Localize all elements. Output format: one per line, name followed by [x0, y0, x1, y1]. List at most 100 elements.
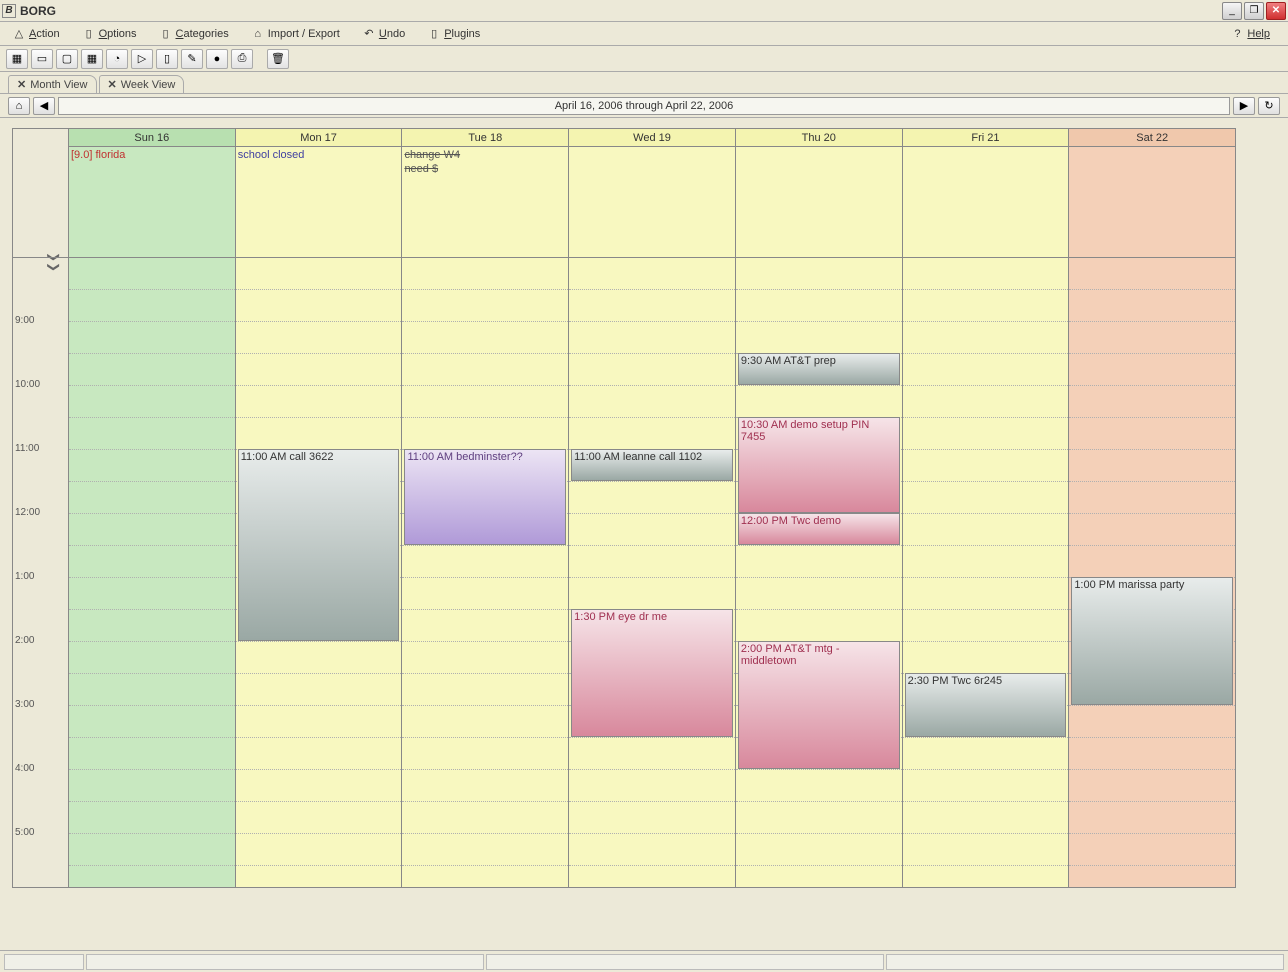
close-button[interactable]: ✕ — [1266, 2, 1286, 20]
grid-line — [236, 769, 402, 770]
day-column[interactable]: 11:00 AM leanne call 1102 1:30 PM eye dr … — [568, 257, 735, 887]
appointment[interactable]: 1:30 PM eye dr me — [571, 609, 733, 737]
day-header[interactable]: Mon 17 — [235, 129, 402, 147]
grid-line — [236, 673, 402, 674]
tab-month-view[interactable]: ✕Month View — [8, 75, 97, 93]
time-column: ❯❯9:0010:0011:0012:001:002:003:004:005:0… — [13, 129, 69, 887]
app-icon: B — [2, 4, 16, 18]
day-header[interactable]: Wed 19 — [568, 129, 735, 147]
menu-label: Undo — [379, 28, 405, 40]
grid-line — [903, 737, 1069, 738]
appointment[interactable]: 12:00 PM Twc demo — [738, 513, 900, 545]
day-column[interactable]: 11:00 AM call 3622 — [235, 257, 402, 887]
nav-next-button[interactable]: ▶ — [1233, 97, 1255, 115]
toolbar-button-9[interactable]: ⎙ — [231, 49, 253, 69]
toolbar-button-10[interactable]: 🗑 — [267, 49, 289, 69]
allday-event[interactable]: need $ — [404, 163, 438, 175]
grid-line — [569, 481, 735, 482]
day-column[interactable]: 2:30 PM Twc 6r245 — [902, 257, 1069, 887]
grid-line — [236, 353, 402, 354]
grid-line — [1069, 801, 1235, 802]
grid-line — [69, 673, 235, 674]
grid-line — [736, 289, 902, 290]
allday-event[interactable]: school closed — [238, 149, 305, 161]
toolbar-button-3[interactable]: ▦ — [81, 49, 103, 69]
toolbar-button-2[interactable]: ▢ — [56, 49, 78, 69]
day-column[interactable]: 9:30 AM AT&T prep 10:30 AM demo setup PIN… — [735, 257, 902, 887]
maximize-button[interactable]: ❐ — [1244, 2, 1264, 20]
grid-line — [69, 321, 235, 322]
day-column[interactable]: 1:00 PM marissa party — [1068, 257, 1235, 887]
allday-cell[interactable] — [1068, 147, 1235, 257]
menu-label: Import / Export — [268, 28, 340, 40]
day-header[interactable]: Tue 18 — [401, 129, 568, 147]
grid-line — [1069, 513, 1235, 514]
grid-line — [1069, 769, 1235, 770]
allday-cell[interactable] — [735, 147, 902, 257]
toolbar-button-8[interactable]: ● — [206, 49, 228, 69]
nav-home-button[interactable]: ⌂ — [8, 97, 30, 115]
appointment[interactable]: 11:00 AM leanne call 1102 — [571, 449, 733, 481]
hour-label: 12:00 — [15, 507, 40, 518]
appointment[interactable]: 11:00 AM bedminster?? — [404, 449, 566, 545]
menu-import-export[interactable]: ⌂Import / Export — [243, 25, 348, 43]
appointment[interactable]: 10:30 AM demo setup PIN 7455 — [738, 417, 900, 513]
allday-cell[interactable]: change W4 need $ — [401, 147, 568, 257]
allday-cell[interactable]: [9.0] florida — [69, 147, 235, 257]
grid-line — [569, 289, 735, 290]
toolbar-button-5[interactable]: ▷ — [131, 49, 153, 69]
grid-line — [236, 801, 402, 802]
allday-event[interactable]: change W4 — [404, 149, 460, 161]
tab-week-view[interactable]: ✕Week View — [99, 75, 185, 93]
toolbar-button-4[interactable]: ◔ — [106, 49, 128, 69]
appointment[interactable]: 2:30 PM Twc 6r245 — [905, 673, 1067, 737]
menu-help[interactable]: ? Help — [1222, 25, 1278, 43]
grid-line — [1069, 289, 1235, 290]
allday-cell[interactable] — [902, 147, 1069, 257]
appointment[interactable]: 9:30 AM AT&T prep — [738, 353, 900, 385]
toolbar-button-6[interactable]: ▯ — [156, 49, 178, 69]
toolbar-button-7[interactable]: ✎ — [181, 49, 203, 69]
allday-cell[interactable]: school closed — [235, 147, 402, 257]
menu-undo[interactable]: ↶Undo — [354, 25, 413, 43]
day-header[interactable]: Thu 20 — [735, 129, 902, 147]
menu-categories[interactable]: ▯Categories — [151, 25, 237, 43]
day-header[interactable]: Sat 22 — [1068, 129, 1235, 147]
grid-line — [69, 705, 235, 706]
menu-plugins[interactable]: ▯Plugins — [419, 25, 488, 43]
nav-prev-button[interactable]: ◀ — [33, 97, 55, 115]
grid-line — [69, 577, 235, 578]
appointment[interactable]: 2:00 PM AT&T mtg - middletown — [738, 641, 900, 769]
minimize-button[interactable]: _ — [1222, 2, 1242, 20]
appointment[interactable]: 1:00 PM marissa party — [1071, 577, 1233, 705]
day-header[interactable]: Fri 21 — [902, 129, 1069, 147]
allday-cell[interactable] — [568, 147, 735, 257]
tab-close-icon[interactable]: ✕ — [17, 78, 26, 91]
status-seg — [86, 954, 484, 970]
grid-line — [69, 289, 235, 290]
day-header[interactable]: Sun 16 — [69, 129, 235, 147]
menu-action[interactable]: △Action — [4, 25, 68, 43]
grid-line — [69, 641, 235, 642]
nav-refresh-button[interactable]: ↻ — [1258, 97, 1280, 115]
grid-line — [903, 481, 1069, 482]
grid-line — [236, 321, 402, 322]
appointment[interactable]: 11:00 AM call 3622 — [238, 449, 400, 641]
grid-line — [569, 737, 735, 738]
expand-chevron-icon[interactable]: ❯❯ — [47, 252, 61, 272]
help-icon: ? — [1230, 27, 1244, 41]
grid-line — [569, 577, 735, 578]
grid-line — [236, 289, 402, 290]
allday-row: [9.0] florida school closed change W4 need … — [69, 147, 1235, 257]
menu-label: Plugins — [444, 28, 480, 40]
day-column[interactable] — [69, 257, 235, 887]
toolbar-button-0[interactable]: ▦ — [6, 49, 28, 69]
toolbar-button-1[interactable]: ▭ — [31, 49, 53, 69]
grid-line — [903, 513, 1069, 514]
day-column[interactable]: 11:00 AM bedminster?? — [401, 257, 568, 887]
allday-event[interactable]: [9.0] florida — [71, 149, 125, 161]
tab-close-icon[interactable]: ✕ — [108, 78, 117, 91]
grid-line — [402, 545, 568, 546]
grid-line — [903, 833, 1069, 834]
menu-options[interactable]: ▯Options — [74, 25, 145, 43]
